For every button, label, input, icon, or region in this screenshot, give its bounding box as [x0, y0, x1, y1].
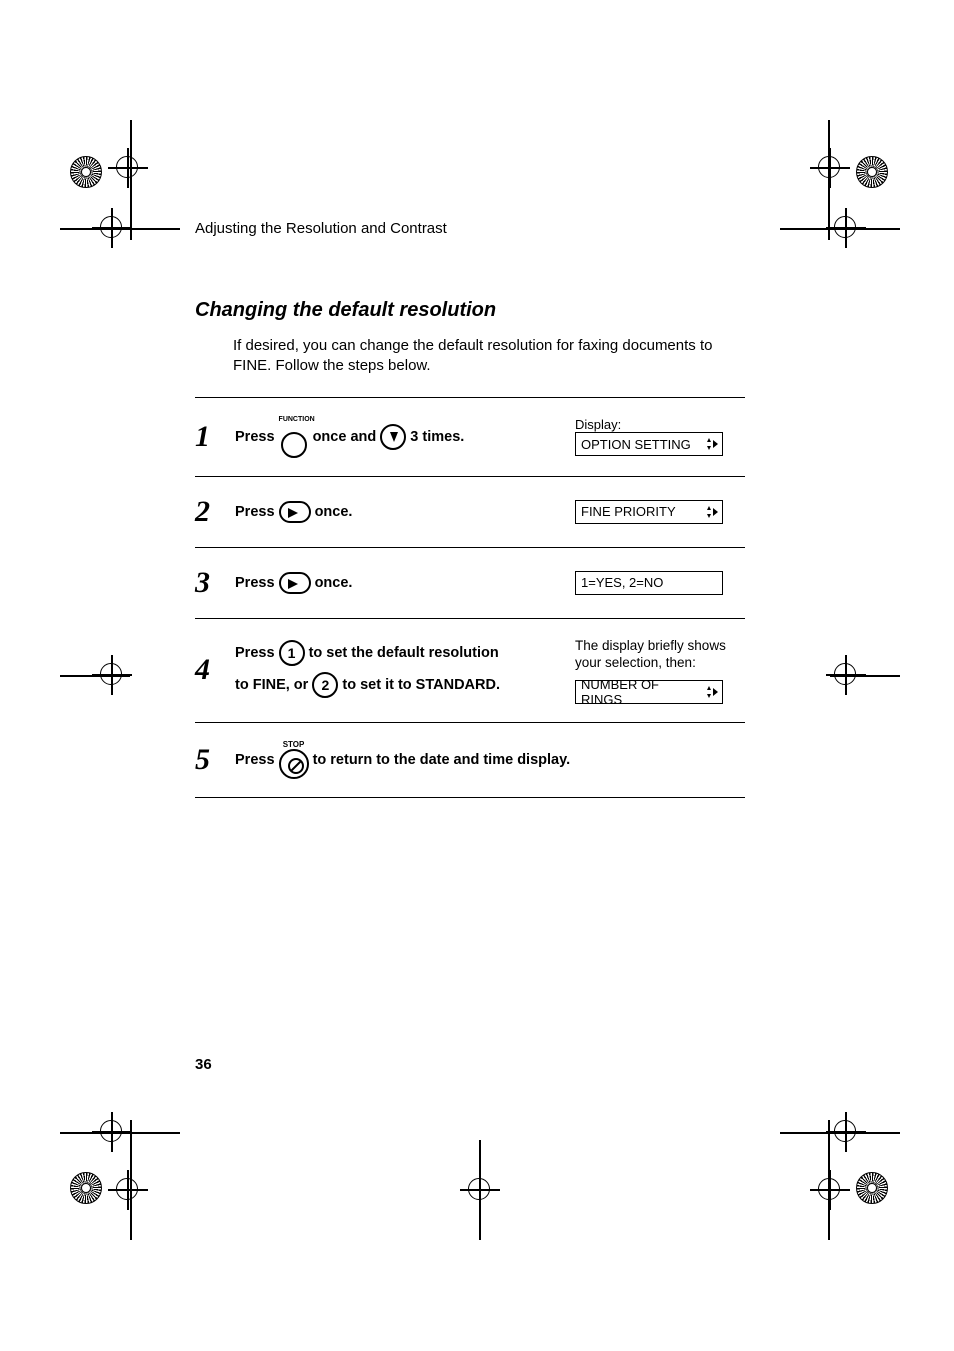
text: to set the default resolution [309, 645, 499, 661]
print-crosshair-bl [108, 1170, 148, 1210]
page-header: Adjusting the Resolution and Contrast [195, 220, 745, 237]
print-rosette-tl [70, 156, 102, 188]
play-button-icon [279, 572, 311, 594]
text: Press [235, 503, 275, 519]
text: to FINE, or [235, 677, 308, 693]
stop-label: STOP [279, 741, 309, 749]
display-label: Display: [575, 417, 621, 432]
lcd-display: FINE PRIORITY [575, 500, 723, 524]
lcd-display: NUMBER OF RINGS [575, 680, 723, 704]
down-arrow-button-icon [380, 424, 406, 450]
print-rosette-br [856, 1172, 888, 1204]
step-instruction: Press 1 to set the default resolution to… [235, 618, 575, 722]
step-instruction: Press once. [235, 476, 575, 547]
text: 3 times. [410, 428, 464, 444]
lcd-text: 1=YES, 2=NO [581, 575, 663, 590]
text: to set it to STANDARD. [342, 677, 500, 693]
print-guide-v-bc [479, 1140, 481, 1240]
step-instruction: Press FUNCTION once and 3 times. [235, 397, 575, 476]
lcd-text: FINE PRIORITY [581, 504, 676, 519]
print-rosette-bl [70, 1172, 102, 1204]
step-instruction: Press once. [235, 547, 575, 618]
step-number: 1 [195, 397, 235, 476]
print-guide-h-tl [60, 228, 180, 230]
section-intro: If desired, you can change the default r… [233, 336, 745, 377]
steps-table: 1 Press FUNCTION once and 3 times. Displ… [195, 397, 745, 798]
print-crosshair-tl [108, 148, 148, 188]
text: once. [315, 503, 353, 519]
print-guide-h-mr [830, 675, 900, 677]
one-button-icon: 1 [279, 640, 305, 666]
print-guide-h-tr [780, 228, 900, 230]
print-crosshair-tr [810, 148, 850, 188]
print-guide-h-br [780, 1132, 900, 1134]
scroll-arrows-icon [703, 436, 719, 452]
text: Press [235, 645, 275, 661]
step-row: 5 Press STOP to return to the date and t… [195, 722, 745, 797]
text: Press [235, 574, 275, 590]
lcd-text: NUMBER OF RINGS [581, 677, 703, 707]
step-number: 5 [195, 722, 235, 797]
page-content: Adjusting the Resolution and Contrast Ch… [195, 220, 745, 798]
two-button-icon: 2 [312, 672, 338, 698]
text: Press [235, 428, 275, 444]
play-button-icon [279, 501, 311, 523]
scroll-arrows-icon [703, 684, 719, 700]
print-crosshair-br [810, 1170, 850, 1210]
scroll-arrows-icon [703, 504, 719, 520]
step-instruction: Press STOP to return to the date and tim… [235, 722, 745, 797]
function-label: FUNCTION [279, 416, 309, 423]
step-row: 4 Press 1 to set the default resolution … [195, 618, 745, 722]
print-rosette-tr [856, 156, 888, 188]
stop-button-icon [279, 749, 309, 779]
step-number: 3 [195, 547, 235, 618]
lcd-text: OPTION SETTING [581, 437, 691, 452]
page-number: 36 [195, 1056, 212, 1073]
step-row: 3 Press once. 1=YES, 2=NO [195, 547, 745, 618]
lcd-display: 1=YES, 2=NO [575, 571, 723, 595]
step-number: 4 [195, 618, 235, 722]
print-guide-h-bl [60, 1132, 180, 1134]
section-heading: Changing the default resolution [195, 299, 745, 322]
text: once. [315, 574, 353, 590]
step-number: 2 [195, 476, 235, 547]
text: once and [313, 428, 377, 444]
text: Press [235, 751, 275, 767]
function-button-icon [281, 432, 307, 458]
step-note: The display briefly shows your selection… [575, 637, 745, 672]
text: to return to the date and time display. [313, 751, 571, 767]
lcd-display: OPTION SETTING [575, 432, 723, 456]
step-row: 1 Press FUNCTION once and 3 times. Displ… [195, 397, 745, 476]
print-guide-h-ml [60, 675, 130, 677]
step-row: 2 Press once. FINE PRIORITY [195, 476, 745, 547]
